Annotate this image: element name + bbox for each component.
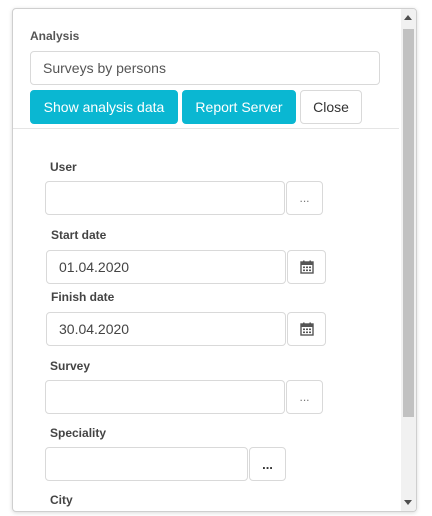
survey-input[interactable] [45, 380, 285, 414]
speciality-picker-button[interactable]: ... [249, 447, 286, 481]
scroll-down-arrow-icon[interactable] [404, 500, 412, 505]
speciality-input[interactable] [45, 447, 248, 481]
close-button[interactable]: Close [300, 90, 362, 124]
calendar-icon [299, 260, 314, 274]
report-server-button[interactable]: Report Server [182, 90, 296, 124]
scrollbar-thumb[interactable] [403, 29, 414, 417]
show-analysis-data-button[interactable]: Show analysis data [30, 90, 178, 124]
city-label: City [50, 493, 73, 507]
start-date-input[interactable]: 01.04.2020 [46, 250, 286, 284]
ellipsis-icon: ... [299, 191, 310, 205]
analysis-dialog: Analysis Surveys by persons Show analysi… [12, 8, 417, 512]
start-date-label: Start date [51, 228, 107, 242]
calendar-icon [299, 322, 314, 336]
form-scroll-area[interactable]: User ... Start date 01.04.2020 Finish da… [13, 129, 399, 511]
survey-picker-button[interactable]: ... [286, 380, 323, 414]
start-date-calendar-button[interactable] [287, 250, 326, 284]
analysis-label: Analysis [30, 29, 80, 43]
analysis-select[interactable]: Surveys by persons [30, 51, 380, 85]
scroll-up-arrow-icon[interactable] [404, 15, 412, 20]
finish-date-input[interactable]: 30.04.2020 [46, 312, 286, 346]
speciality-label: Speciality [50, 426, 107, 440]
user-picker-button[interactable]: ... [286, 181, 323, 215]
vertical-scrollbar[interactable] [401, 9, 416, 511]
user-input[interactable] [45, 181, 285, 215]
survey-label: Survey [50, 359, 91, 373]
finish-date-label: Finish date [51, 290, 115, 304]
ellipsis-icon: ... [299, 390, 310, 404]
user-label: User [50, 160, 77, 174]
finish-date-calendar-button[interactable] [287, 312, 326, 346]
ellipsis-icon: ... [262, 456, 273, 472]
